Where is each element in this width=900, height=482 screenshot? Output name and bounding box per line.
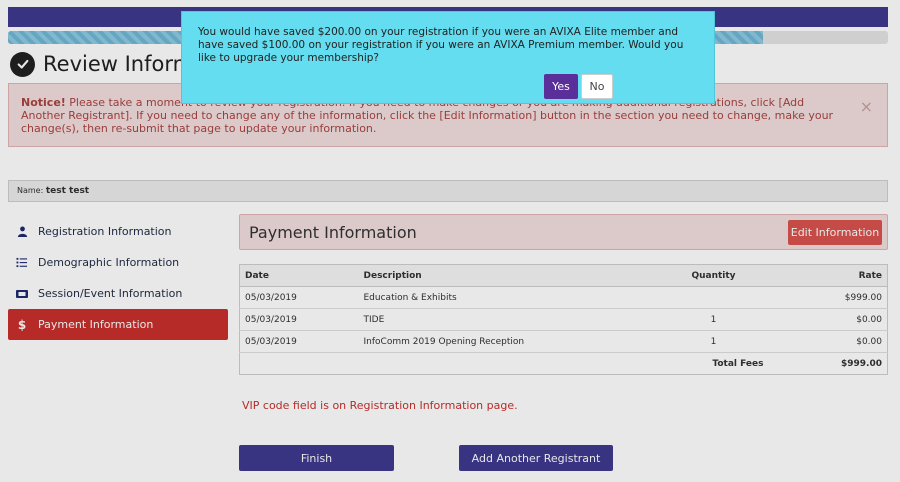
no-button[interactable]: No: [581, 74, 613, 99]
upgrade-membership-dialog: You would have saved $200.00 on your reg…: [181, 11, 715, 104]
dialog-actions: Yes No: [544, 74, 613, 99]
yes-button[interactable]: Yes: [544, 74, 578, 99]
dialog-message: You would have saved $200.00 on your reg…: [198, 26, 684, 64]
